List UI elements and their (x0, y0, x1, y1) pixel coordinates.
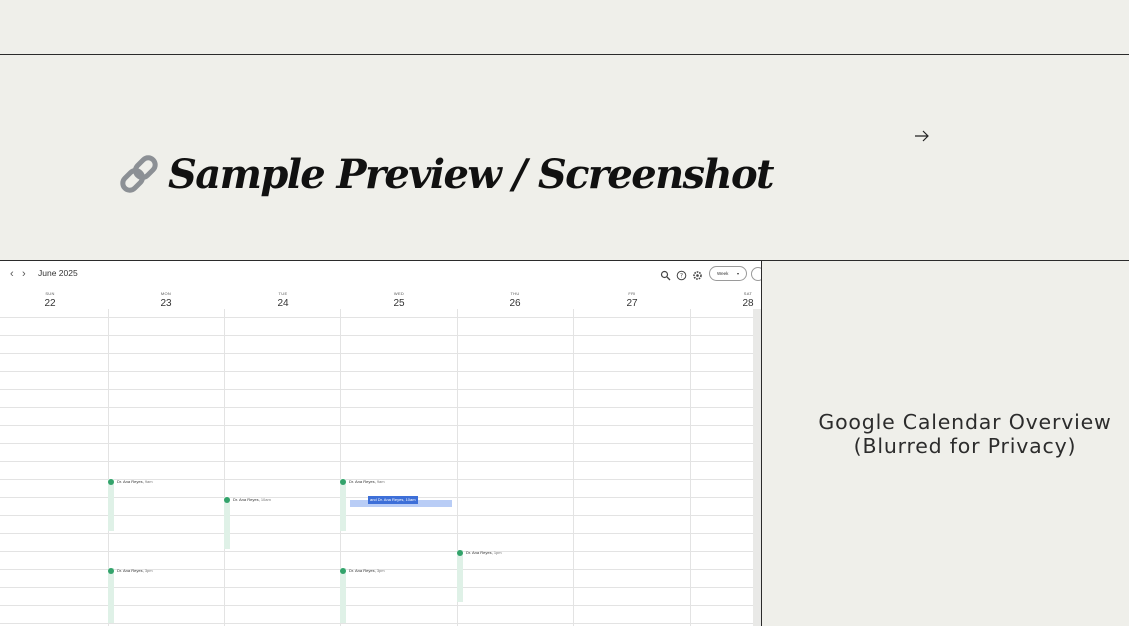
event-title: Dr. Ana Reyes, 9am (349, 479, 385, 485)
day-number[interactable]: 25 (379, 297, 419, 311)
event-block (340, 568, 346, 623)
day-header[interactable]: SUN 22 (30, 290, 70, 311)
day-of-week-label: WED (393, 291, 405, 296)
event-block (457, 550, 463, 602)
day-number[interactable]: 23 (146, 297, 186, 311)
event-name: Dr. Ana Reyes, (349, 568, 376, 573)
day-header[interactable]: SAT 28 (728, 290, 761, 311)
event-name: Dr. Ana Reyes, (117, 479, 144, 484)
day-header[interactable]: TUE 24 (263, 290, 303, 311)
day-header[interactable]: THU 26 (495, 290, 535, 311)
day-of-week-label: SAT (743, 291, 753, 296)
title-row: Sample Preview / Screenshot (118, 148, 775, 200)
hour-gridline (0, 407, 753, 408)
view-select[interactable]: Week ▾ (709, 266, 747, 281)
hour-gridline (0, 551, 753, 552)
event-name: Dr. Ana Reyes, (349, 479, 376, 484)
view-select-label: Week (717, 271, 729, 276)
event-dot-icon (224, 497, 230, 503)
calendar-event[interactable]: Dr. Ana Reyes, 3pm (108, 568, 153, 623)
day-column-divider (690, 309, 691, 626)
calendar-event[interactable]: Dr. Ana Reyes, 1pm (457, 550, 502, 602)
calendar-event[interactable]: Dr. Ana Reyes, 9am (108, 479, 153, 531)
event-block (108, 479, 114, 531)
calendar-event[interactable]: Dr. Ana Reyes, 3pm (340, 568, 385, 623)
caption-line-2: (Blurred for Privacy) (853, 434, 1077, 458)
vertical-divider (761, 261, 762, 626)
day-header[interactable]: WED 25 (379, 290, 419, 311)
event-time: 1pm (493, 550, 502, 555)
scrollbar[interactable] (753, 309, 761, 626)
calendar-toolbar: ‹ › June 2025 ? Week ▾ (0, 261, 761, 287)
day-of-week-label: MON (160, 291, 172, 296)
day-column-divider (573, 309, 574, 626)
day-header[interactable]: MON 23 (146, 290, 186, 311)
event-name: Dr. Ana Reyes, (466, 550, 493, 555)
event-title: Dr. Ana Reyes, 3pm (117, 568, 153, 574)
event-dot-icon (108, 568, 114, 574)
day-of-week-label: THU (510, 291, 520, 296)
hour-gridline (0, 623, 753, 624)
event-name: Dr. Ana Reyes, (117, 568, 144, 573)
event-time: 9am (144, 479, 153, 484)
hour-gridline (0, 353, 753, 354)
event-title: Dr. Ana Reyes, 10am (233, 497, 271, 503)
event-title: Dr. Ana Reyes, 3pm (349, 568, 385, 574)
arrow-right-icon[interactable] (913, 128, 931, 144)
event-time: 3pm (376, 568, 385, 573)
dragging-event-label[interactable]: and Dr. Ana Reyes, 10am (368, 496, 418, 504)
hour-gridline (0, 461, 753, 462)
top-divider (0, 54, 1129, 55)
hour-gridline (0, 533, 753, 534)
event-block (108, 568, 114, 623)
link-icon (118, 153, 160, 195)
hour-gridline (0, 335, 753, 336)
event-name: Dr. Ana Reyes, (233, 497, 260, 502)
page-title: Sample Preview / Screenshot (168, 150, 775, 198)
event-dot-icon (340, 568, 346, 574)
hour-gridline (0, 317, 753, 318)
day-number[interactable]: 26 (495, 297, 535, 311)
hour-gridline (0, 389, 753, 390)
caption-line-1: Google Calendar Overview (818, 410, 1112, 434)
event-dot-icon (108, 479, 114, 485)
chevron-down-icon: ▾ (736, 271, 739, 276)
hour-gridline (0, 371, 753, 372)
event-title: Dr. Ana Reyes, 1pm (466, 550, 502, 556)
event-dot-icon (457, 550, 463, 556)
prev-week-button[interactable]: ‹ (10, 267, 14, 281)
day-header[interactable]: FRI 27 (612, 290, 652, 311)
day-of-week-label: TUE (278, 291, 288, 296)
month-label: June 2025 (38, 268, 78, 278)
event-time: 10am (260, 497, 271, 502)
day-number[interactable]: 22 (30, 297, 70, 311)
hour-gridline (0, 443, 753, 444)
day-of-week-label: FRI (628, 291, 636, 296)
day-number[interactable]: 24 (263, 297, 303, 311)
event-title: Dr. Ana Reyes, 9am (117, 479, 153, 485)
hour-gridline (0, 425, 753, 426)
day-column-divider (224, 309, 225, 626)
next-week-button[interactable]: › (22, 267, 26, 281)
calendar-event[interactable]: Dr. Ana Reyes, 10am (224, 497, 271, 549)
help-icon[interactable]: ? (676, 268, 687, 281)
search-icon[interactable] (660, 268, 671, 281)
account-avatar[interactable] (751, 267, 761, 281)
day-of-week-label: SUN (45, 291, 55, 296)
event-block (224, 497, 230, 549)
event-time: 3pm (144, 568, 153, 573)
event-time: 9am (376, 479, 385, 484)
svg-text:?: ? (680, 273, 683, 280)
screenshot-caption: Google Calendar Overview (Blurred for Pr… (800, 410, 1129, 458)
settings-icon[interactable] (692, 268, 703, 280)
event-dot-icon (340, 479, 346, 485)
day-number[interactable]: 27 (612, 297, 652, 311)
event-block (340, 479, 346, 531)
calendar-screenshot: ‹ › June 2025 ? Week ▾ SUN 22 MON 23 TUE 24 WE… (0, 261, 761, 626)
